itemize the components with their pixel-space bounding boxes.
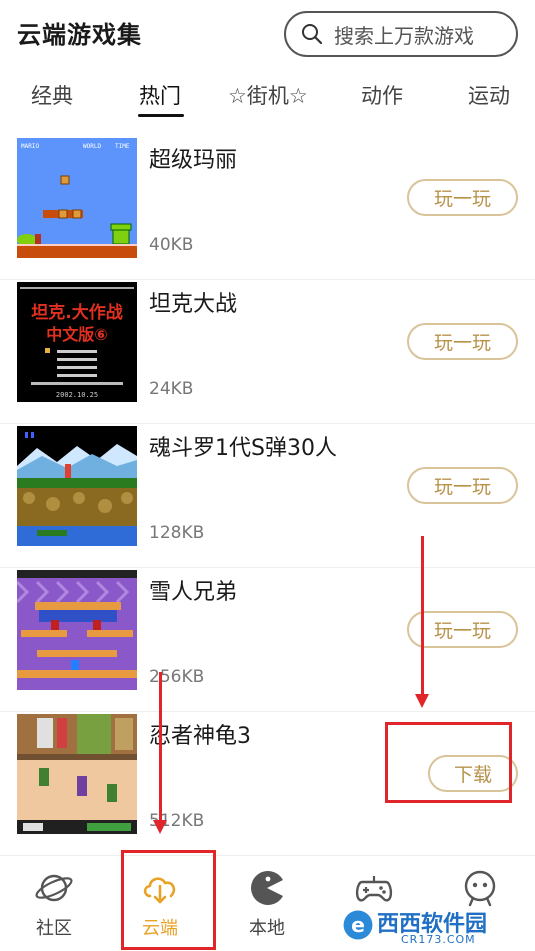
play-button[interactable]: 玩一玩: [407, 179, 518, 216]
active-tab-indicator: [138, 114, 184, 117]
tank-year: 2002.10.25: [56, 391, 98, 399]
mario-hud-name: MARIO: [21, 143, 39, 150]
game-item-snowbros[interactable]: 雪人兄弟 玩一玩 256KB: [0, 568, 535, 712]
game-size: 40KB: [149, 235, 194, 255]
nav-label-local: 本地: [249, 918, 285, 939]
annotation-arrowhead-right: [415, 694, 429, 708]
watermark-logo: e 西西软件园 CR173.COM: [337, 900, 535, 951]
annotation-box-cloud-tab: [121, 850, 216, 950]
search-placeholder: 搜索上万款游戏: [334, 23, 474, 48]
nav-label-community: 社区: [36, 918, 72, 939]
game-thumbnail-snowbros: [17, 570, 137, 690]
tab-hot[interactable]: 热门: [139, 80, 181, 110]
pacman-icon: [251, 871, 283, 905]
annotation-box-download: [385, 722, 512, 803]
watermark-e-icon: e: [343, 910, 373, 940]
header: 云端游戏集 搜索上万款游戏: [0, 0, 535, 68]
game-item-tank[interactable]: 坦克.大作战 中文版⑥ 2002.10.25 坦克大战 玩一玩 24KB: [0, 280, 535, 424]
game-thumbnail-mario: MARIO WORLD TIME: [17, 138, 137, 258]
game-name: 超级玛丽: [149, 148, 238, 173]
search-icon: [302, 24, 323, 45]
tab-classic[interactable]: 经典: [31, 80, 73, 110]
game-thumbnail-tank: 坦克.大作战 中文版⑥ 2002.10.25: [17, 282, 137, 402]
game-thumbnail-contra: [17, 426, 137, 546]
game-name: 雪人兄弟: [149, 580, 238, 605]
game-size: 24KB: [149, 379, 194, 399]
mario-hud-time: TIME: [115, 143, 130, 150]
mario-hud-world: WORLD: [83, 143, 101, 150]
tank-screenshot-image: 坦克.大作战 中文版⑥ 2002.10.25: [17, 282, 137, 402]
game-thumbnail-tmnt3: [17, 714, 137, 834]
game-item-mario[interactable]: MARIO WORLD TIME 超级玛丽 玩一玩 40KB: [0, 136, 535, 280]
tmnt3-screenshot-image: [17, 714, 137, 834]
page-title: 云端游戏集: [17, 21, 142, 49]
game-name: 坦克大战: [149, 292, 238, 317]
category-tabs: 经典 热门 ☆街机☆ 动作 运动: [0, 70, 535, 120]
tank-title-line2: 中文版⑥: [46, 325, 108, 344]
play-button[interactable]: 玩一玩: [407, 467, 518, 504]
app-root: 云端游戏集 搜索上万款游戏 经典 热门 ☆街机☆ 动作 运动 MARIO WOR…: [0, 0, 535, 951]
tab-sports[interactable]: 运动: [468, 80, 510, 110]
nav-local[interactable]: 本地: [227, 868, 307, 940]
play-button[interactable]: 玩一玩: [407, 323, 518, 360]
snowbros-screenshot-image: [17, 570, 137, 690]
svg-text:e: e: [351, 913, 365, 937]
mario-screenshot-image: MARIO WORLD TIME: [17, 138, 137, 258]
annotation-arrow-line-right: [421, 536, 424, 696]
game-name: 魂斗罗1代S弹30人: [149, 436, 337, 461]
game-size: 128KB: [149, 523, 205, 543]
search-box[interactable]: 搜索上万款游戏: [284, 11, 518, 57]
tank-title-line1: 坦克.大作战: [31, 302, 122, 323]
annotation-arrow-line-left: [159, 672, 162, 822]
annotation-arrowhead-left: [153, 820, 167, 834]
watermark-domain: CR173.COM: [401, 933, 476, 946]
game-name: 忍者神龟3: [149, 724, 251, 749]
contra-screenshot-image: [17, 426, 137, 546]
game-size: 256KB: [149, 667, 205, 687]
game-item-contra[interactable]: 魂斗罗1代S弹30人 玩一玩 128KB: [0, 424, 535, 568]
tab-action[interactable]: 动作: [361, 80, 403, 110]
nav-community[interactable]: 社区: [14, 868, 94, 940]
planet-icon: [35, 874, 73, 902]
tab-arcade[interactable]: ☆街机☆: [228, 80, 308, 110]
